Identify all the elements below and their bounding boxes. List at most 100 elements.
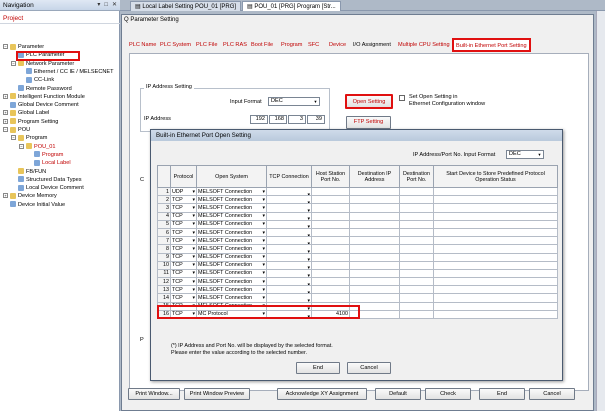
vertical-scrollbar[interactable] [596, 11, 605, 411]
protocol-select[interactable]: TCP [170, 268, 197, 279]
protocol-select[interactable]: TCP [170, 236, 197, 246]
dest-port-input[interactable] [399, 219, 434, 229]
host-port-input[interactable] [311, 236, 350, 246]
protocol-select[interactable]: TCP [170, 277, 197, 287]
host-port-input[interactable] [311, 186, 350, 197]
tree-item[interactable]: FB/FUN [11, 168, 46, 176]
host-port-input[interactable] [311, 227, 350, 238]
tree-item[interactable]: + Device Memory [3, 192, 57, 200]
open-system-select[interactable]: MELSOFT Connection [196, 211, 267, 221]
tcp-connection-select[interactable] [266, 236, 312, 246]
tree-item[interactable]: Ethernet / CC IE / MELSECNET [19, 68, 114, 76]
tree-item[interactable]: Local Label [27, 159, 71, 167]
dest-ip-input[interactable] [349, 203, 400, 213]
end-button[interactable]: End [479, 388, 525, 400]
print-preview-button[interactable]: Print Window Preview [184, 388, 250, 400]
tree-item[interactable]: CC-Link [19, 76, 54, 84]
dest-port-input[interactable] [399, 268, 434, 279]
tcp-connection-select[interactable] [266, 293, 312, 303]
tcp-connection-select[interactable] [266, 227, 312, 238]
host-port-input[interactable] [311, 260, 350, 270]
dest-port-input[interactable] [399, 301, 434, 311]
protocol-select[interactable]: TCP [170, 252, 197, 262]
dest-port-input[interactable] [399, 227, 434, 238]
start-device-input[interactable] [433, 186, 558, 197]
pin-icon[interactable]: ▾ [97, 2, 100, 8]
acknowledge-xy-button[interactable]: Acknowledge XY Assignment [277, 388, 367, 400]
dest-ip-input[interactable] [349, 195, 400, 205]
dest-ip-input[interactable] [349, 285, 400, 295]
open-system-select[interactable]: MELSOFT Connection [196, 277, 267, 287]
dest-port-input[interactable] [399, 260, 434, 270]
input-format-select[interactable]: DEC ▼ [268, 97, 320, 106]
start-device-input[interactable] [433, 227, 558, 238]
cancel-button[interactable]: Cancel [529, 388, 575, 400]
tcp-connection-select[interactable] [266, 244, 312, 254]
tcp-connection-select[interactable] [266, 203, 312, 213]
protocol-select[interactable]: TCP [170, 219, 197, 229]
collapse-icon[interactable]: − [19, 143, 24, 149]
print-window-button[interactable]: Print Window... [128, 388, 180, 400]
tree-item[interactable]: − Program [11, 134, 47, 142]
dest-port-input[interactable] [399, 195, 434, 205]
table-row[interactable]: 10TCPMELSOFT Connection [157, 260, 558, 270]
dest-ip-input[interactable] [349, 211, 400, 221]
collapse-icon[interactable]: − [3, 44, 8, 50]
open-system-select[interactable]: MELSOFT Connection [196, 244, 267, 254]
dest-port-input[interactable] [399, 236, 434, 246]
tab-device[interactable]: Device [327, 39, 348, 51]
start-device-input[interactable] [433, 211, 558, 221]
dest-ip-input[interactable] [349, 244, 400, 254]
open-system-select[interactable]: MELSOFT Connection [196, 195, 267, 205]
table-row[interactable]: 13TCPMELSOFT Connection [157, 285, 558, 295]
tcp-connection-select[interactable] [266, 277, 312, 287]
tab-io-assignment[interactable]: I/O Assignment [351, 39, 393, 51]
open-setting-button[interactable]: Open Setting [345, 94, 393, 109]
collapse-icon[interactable]: − [3, 127, 8, 133]
table-row[interactable]: 6TCPMELSOFT Connection [157, 227, 558, 238]
protocol-select[interactable]: TCP [170, 293, 197, 303]
start-device-input[interactable] [433, 244, 558, 254]
table-row[interactable]: 2TCPMELSOFT Connection [157, 195, 558, 205]
host-port-input[interactable] [311, 219, 350, 229]
dest-ip-input[interactable] [349, 219, 400, 229]
dest-ip-input[interactable] [349, 260, 400, 270]
tcp-connection-select[interactable] [266, 211, 312, 221]
tcp-connection-select[interactable] [266, 195, 312, 205]
open-system-select[interactable]: MELSOFT Connection [196, 260, 267, 270]
dest-port-input[interactable] [399, 186, 434, 197]
dest-port-input[interactable] [399, 211, 434, 221]
open-system-select[interactable]: MELSOFT Connection [196, 236, 267, 246]
host-port-input[interactable] [311, 285, 350, 295]
tree-item[interactable]: Local Device Comment [11, 184, 84, 192]
start-device-input[interactable] [433, 268, 558, 279]
format-select[interactable]: DEC ▼ [506, 150, 544, 159]
dest-ip-input[interactable] [349, 293, 400, 303]
open-system-select[interactable]: MELSOFT Connection [196, 252, 267, 262]
dest-ip-input[interactable] [349, 236, 400, 246]
tcp-connection-select[interactable] [266, 219, 312, 229]
table-row[interactable]: 9TCPMELSOFT Connection [157, 252, 558, 262]
protocol-select[interactable]: UDP [170, 186, 197, 197]
dest-port-input[interactable] [399, 285, 434, 295]
tab-boot-file[interactable]: Boot File [249, 39, 275, 51]
tcp-connection-select[interactable] [266, 252, 312, 262]
dest-port-input[interactable] [399, 309, 434, 320]
host-port-input[interactable] [311, 277, 350, 287]
start-device-input[interactable] [433, 252, 558, 262]
host-port-input[interactable] [311, 268, 350, 279]
tab-local-label-setting[interactable]: ▤ Local Label Setting POU_01 [PRG] [130, 1, 242, 11]
tree-item[interactable]: + Program Setting [3, 118, 58, 126]
ip-octet-2[interactable]: 168 [269, 115, 287, 124]
tree-item[interactable]: − POU [3, 126, 30, 134]
dest-ip-input[interactable] [349, 268, 400, 279]
start-device-input[interactable] [433, 301, 558, 311]
tab-builtin-ethernet[interactable]: Built-in Ethernet Port Setting [452, 38, 531, 52]
tree-item[interactable]: + Intelligent Function Module [3, 93, 85, 101]
table-row[interactable]: 8TCPMELSOFT Connection [157, 244, 558, 254]
protocol-select[interactable]: TCP [170, 244, 197, 254]
check-button[interactable]: Check [425, 388, 471, 400]
tab-sfc[interactable]: SFC [306, 39, 321, 51]
tcp-connection-select[interactable] [266, 260, 312, 270]
ip-octet-3[interactable]: 3 [288, 115, 306, 124]
